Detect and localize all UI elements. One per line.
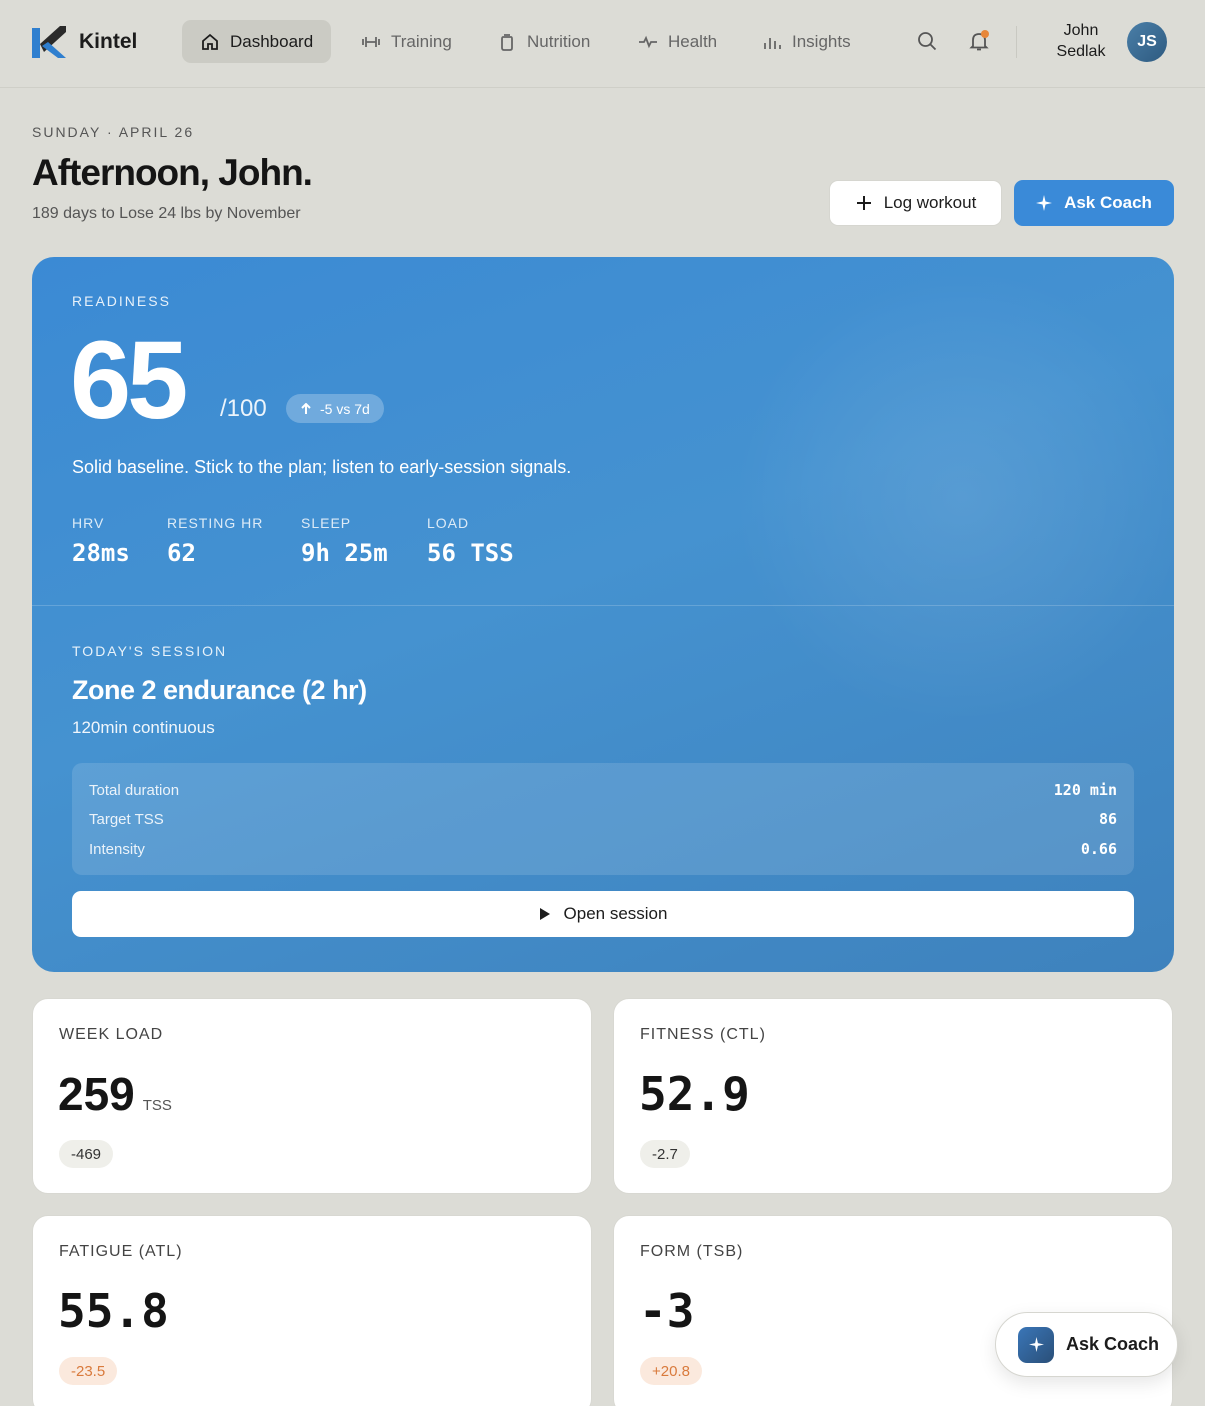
log-workout-label: Log workout: [883, 193, 977, 212]
open-session-button[interactable]: Open session: [72, 891, 1134, 937]
nav-item-nutrition[interactable]: Nutrition: [479, 20, 608, 63]
session-label: TODAY'S SESSION: [72, 643, 228, 659]
metric-sleep: SLEEP 9h 25m: [301, 515, 388, 567]
session-row-key: Intensity: [89, 840, 145, 858]
nav-item-insights[interactable]: Insights: [744, 20, 869, 63]
nav-item-training[interactable]: Training: [343, 20, 470, 63]
dumbbell-icon: [362, 36, 380, 47]
nav-item-label: Health: [668, 31, 718, 51]
readiness-card: READINESS 65 /100 -5 vs 7d Solid baselin…: [32, 257, 1174, 972]
bar-chart-icon: [764, 37, 781, 49]
session-row-intensity: Intensity 0.66: [89, 839, 1117, 859]
nav-item-health[interactable]: Health: [620, 20, 735, 63]
user-last-name: Sedlak: [1056, 43, 1106, 60]
page-title: Afternoon, John.: [32, 152, 313, 193]
stat-change-badge: +20.8: [640, 1357, 702, 1385]
kintel-logo-icon: [32, 26, 66, 58]
session-row-tss: Target TSS 86: [89, 809, 1117, 829]
readiness-delta-text: -5 vs 7d: [320, 400, 370, 417]
stat-card-week-load[interactable]: WEEK LOAD 259 TSS -469: [32, 998, 592, 1194]
session-row-duration: Total duration 120 min: [89, 780, 1117, 800]
play-icon: [539, 908, 550, 920]
metric-label: HRV: [72, 515, 105, 531]
session-row-value: 120 min: [1053, 781, 1117, 799]
decorative-glow: [732, 267, 1174, 727]
stat-label: FITNESS (CTL): [640, 1026, 766, 1043]
search-icon: [918, 32, 937, 51]
metric-value: 9h 25m: [301, 539, 388, 567]
metric-resting-hr: RESTING HR 62: [167, 515, 263, 567]
notifications-button[interactable]: [968, 30, 992, 54]
metric-label: SLEEP: [301, 515, 352, 531]
stat-value: 259: [58, 1068, 135, 1120]
stat-unit: TSS: [142, 1097, 172, 1114]
stat-label: FORM (TSB): [640, 1243, 744, 1260]
sparkle-icon: [1036, 195, 1053, 211]
nav-divider: [1016, 26, 1017, 58]
coach-icon: [1018, 1326, 1054, 1363]
metric-load: LOAD 56 TSS: [427, 515, 514, 567]
top-nav: Kintel Dashboard Training Nutrition Heal…: [0, 0, 1205, 88]
metric-label: RESTING HR: [167, 515, 264, 531]
card-divider: [32, 605, 1174, 606]
open-session-label: Open session: [563, 904, 668, 923]
brand[interactable]: Kintel: [30, 24, 137, 60]
goal-line: 189 days to Lose 24 lbs by November: [32, 205, 301, 222]
stat-value: 52.9: [639, 1067, 750, 1121]
brand-name: Kintel: [79, 30, 138, 53]
plus-icon: [856, 196, 871, 210]
stat-card-fatigue[interactable]: FATIGUE (ATL) 55.8 -23.5: [32, 1215, 592, 1406]
nav-item-label: Training: [391, 31, 452, 51]
metric-value: 56 TSS: [427, 539, 514, 567]
session-row-value: 0.66: [1080, 840, 1117, 858]
floating-ask-coach-button[interactable]: Ask Coach: [995, 1312, 1178, 1377]
stat-value: 55.8: [58, 1284, 169, 1338]
readiness-max: /100: [220, 395, 267, 422]
stat-label: FATIGUE (ATL): [59, 1243, 183, 1260]
session-title: Zone 2 endurance (2 hr): [72, 675, 367, 705]
sparkle-icon: [1028, 1337, 1044, 1352]
nav-item-label: Nutrition: [527, 31, 591, 51]
avatar[interactable]: JS: [1127, 22, 1167, 62]
ask-coach-label: Ask Coach: [1064, 193, 1152, 212]
notification-dot: [981, 30, 989, 38]
metric-label: LOAD: [427, 515, 470, 531]
stat-change-badge: -2.7: [640, 1140, 690, 1168]
session-row-key: Target TSS: [89, 810, 164, 828]
jar-icon: [501, 33, 513, 51]
user-first-name: John: [1063, 22, 1099, 39]
stat-change-badge: -23.5: [59, 1357, 118, 1385]
nav-item-dashboard[interactable]: Dashboard: [182, 20, 332, 63]
stat-label: WEEK LOAD: [59, 1026, 164, 1043]
session-details: Total duration 120 min Target TSS 86 Int…: [72, 763, 1134, 875]
stat-card-form[interactable]: FORM (TSB) -3 +20.8: [613, 1215, 1173, 1406]
metric-value: 62: [167, 539, 196, 567]
stat-change-badge: -469: [59, 1140, 114, 1168]
readiness-note: Solid baseline. Stick to the plan; liste…: [72, 457, 572, 477]
readiness-label: READINESS: [72, 293, 171, 309]
search-button[interactable]: [916, 30, 940, 54]
session-row-value: 86: [1098, 810, 1117, 828]
metric-value: 28ms: [72, 539, 130, 567]
stat-value: -3: [639, 1284, 695, 1338]
stat-value-wrap: 259 TSS: [58, 1067, 172, 1121]
nav-item-label: Dashboard: [230, 31, 314, 51]
user-name[interactable]: John Sedlak: [1040, 20, 1122, 62]
ask-coach-button[interactable]: Ask Coach: [1014, 180, 1174, 226]
stat-card-fitness[interactable]: FITNESS (CTL) 52.9 -2.7: [613, 998, 1173, 1194]
home-icon: [202, 33, 218, 50]
metric-hrv: HRV 28ms: [72, 515, 130, 567]
arrow-up-icon: [301, 402, 311, 414]
readiness-delta-badge: -5 vs 7d: [286, 394, 384, 423]
log-workout-button[interactable]: Log workout: [829, 180, 1002, 226]
nav-item-label: Insights: [792, 31, 851, 51]
session-subtitle: 120min continuous: [72, 718, 215, 737]
floating-ask-coach-label: Ask Coach: [1066, 1334, 1160, 1354]
pulse-icon: [639, 35, 657, 48]
date-label: SUNDAY · APRIL 26: [32, 124, 195, 140]
readiness-score: 65: [70, 319, 188, 442]
session-row-key: Total duration: [89, 781, 180, 799]
